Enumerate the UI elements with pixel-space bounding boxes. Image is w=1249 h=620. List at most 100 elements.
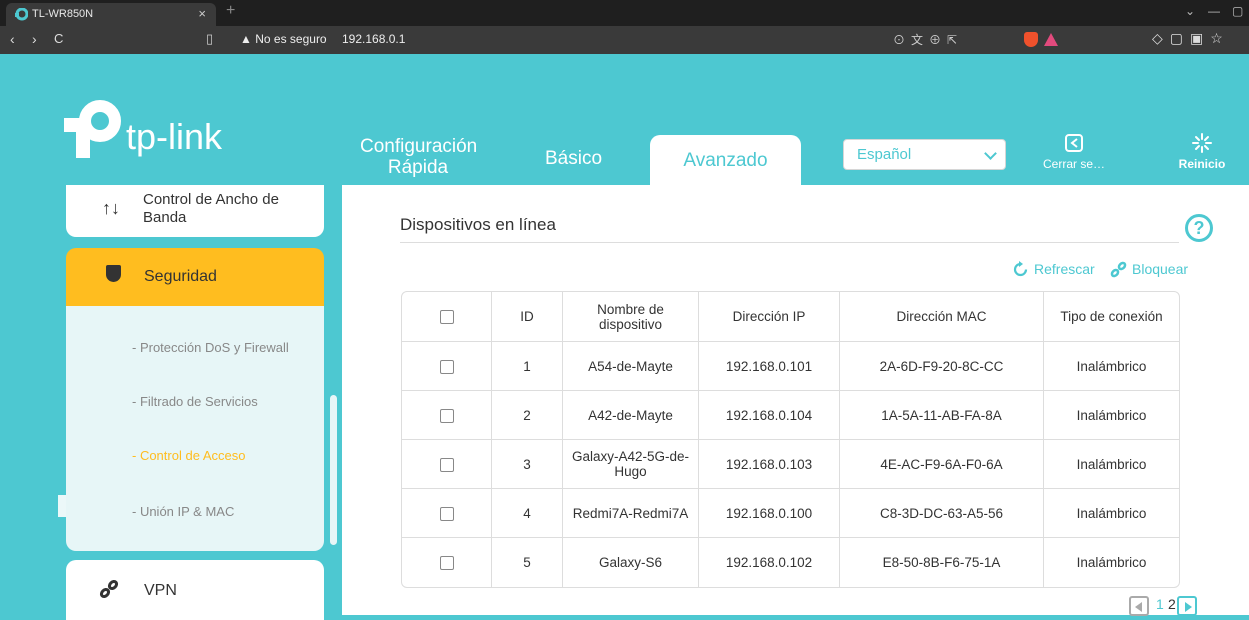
cell-id: 5 (492, 538, 563, 587)
cell-device-name: A54-de-Mayte (563, 342, 699, 391)
sidebar-subitem-service-filter[interactable]: - Filtrado de Servicios (132, 394, 258, 409)
cell-id: 1 (492, 342, 563, 391)
block-button[interactable]: Bloquear (1110, 261, 1188, 278)
cell-device-name: Galaxy-A42-5G-de- Hugo (563, 440, 699, 489)
sidebar-item-vpn[interactable]: VPN (66, 560, 324, 620)
warning-icon: ▲ (240, 32, 252, 46)
devices-table: ID Nombre de dispositivo Dirección IP Dir… (401, 291, 1180, 588)
table-row: 4 Redmi7A-Redmi7A 192.168.0.100 C8-3D-DC… (402, 489, 1179, 538)
table-row: 3 Galaxy-A42-5G-de- Hugo 192.168.0.103 4E… (402, 440, 1179, 489)
sidebar-item-label: VPN (144, 582, 177, 599)
cell-mac: 4E-AC-F9-6A-F0-6A (840, 440, 1044, 489)
cell-ip: 192.168.0.100 (699, 489, 840, 538)
tplink-favicon-icon (15, 8, 28, 21)
cell-ip: 192.168.0.104 (699, 391, 840, 440)
cell-id: 3 (492, 440, 563, 489)
url-field[interactable]: 192.168.0.1 (342, 32, 405, 46)
address-bar: ‹ › C ▯ ▲ No es seguro 192.168.0.1 ⊙文⊕⇱ … (0, 26, 1249, 54)
restore-icon[interactable]: ▢ (1232, 4, 1243, 18)
section-divider (400, 242, 1179, 243)
help-icon[interactable]: ? (1185, 214, 1213, 242)
table-row: 1 A54-de-Mayte 192.168.0.101 2A-6D-F9-20… (402, 342, 1179, 391)
bandwidth-icon: ↑↓ (102, 198, 120, 218)
shield-icon (106, 265, 121, 282)
row-checkbox[interactable] (439, 556, 454, 571)
sidebar-subitem-dos-firewall[interactable]: - Protección DoS y Firewall (132, 340, 289, 355)
cell-connection-type: Inalámbrico (1044, 489, 1179, 538)
forward-icon[interactable]: › (32, 31, 37, 47)
tab-close-icon[interactable]: × (198, 6, 206, 21)
header-device-name: Nombre de dispositivo (563, 292, 699, 342)
device-name-line2: Hugo (614, 464, 647, 479)
browser-tabbar: TL-WR850N × + ⌄ — ▢ (0, 0, 1249, 26)
bookmark-icon[interactable]: ▯ (206, 31, 213, 47)
prev-page-button[interactable] (1129, 596, 1149, 616)
header-mac: Dirección MAC (840, 292, 1044, 342)
tab-advanced[interactable]: Avanzado (650, 135, 801, 185)
refresh-label: Refrescar (1034, 261, 1095, 277)
device-name-line1: Galaxy-A42-5G-de- (571, 449, 690, 464)
new-tab-icon[interactable]: + (226, 2, 235, 20)
reload-icon[interactable]: C (54, 31, 63, 46)
cell-device-name: A42-de-Mayte (563, 391, 699, 440)
brave-rewards-icon[interactable] (1044, 33, 1058, 46)
header-id: ID (492, 292, 563, 342)
address-tools-icons[interactable]: ⊙文⊕⇱ (893, 31, 963, 48)
reboot-button[interactable]: Reinicio (1172, 133, 1232, 171)
tab-title: TL-WR850N (32, 8, 94, 20)
logout-icon (1065, 134, 1083, 152)
vpn-link-icon (99, 579, 119, 599)
refresh-icon (1013, 261, 1028, 277)
row-checkbox[interactable] (439, 359, 454, 374)
extension-icons[interactable]: ◇▢▣☆ (1152, 30, 1230, 47)
link-block-icon (1110, 261, 1127, 278)
header-name-line2: dispositivo (598, 316, 663, 332)
security-warning[interactable]: ▲ No es seguro (240, 32, 327, 46)
cell-id: 2 (492, 391, 563, 440)
cell-id: 4 (492, 489, 563, 538)
sidebar-subitem-ip-mac-binding[interactable]: - Unión IP & MAC (132, 504, 234, 519)
tab-advanced-label: Avanzado (683, 150, 768, 171)
brave-shield-icon[interactable] (1024, 32, 1038, 47)
cell-device-name: Redmi7A-Redmi7A (563, 489, 699, 538)
row-select-cell (402, 391, 492, 440)
tab-quick-line2: Rápida (387, 157, 449, 178)
tab-basic[interactable]: Básico (545, 148, 602, 170)
sidebar-item-security[interactable]: Seguridad (66, 248, 324, 306)
table-row: 5 Galaxy-S6 192.168.0.102 E8-50-8B-F6-75… (402, 538, 1179, 587)
cell-connection-type: Inalámbrico (1044, 391, 1179, 440)
cell-mac: E8-50-8B-F6-75-1A (840, 538, 1044, 587)
browser-tab[interactable]: TL-WR850N × (6, 3, 216, 26)
chevron-down-icon (984, 147, 997, 160)
cell-ip: 192.168.0.101 (699, 342, 840, 391)
row-select-cell (402, 489, 492, 538)
security-submenu: - Protección DoS y Firewall - Filtrado d… (66, 306, 324, 551)
language-select[interactable]: Español (843, 139, 1006, 170)
page-1-link[interactable]: 1 (1156, 596, 1164, 612)
logo-text: tp-link (126, 116, 223, 157)
cell-mac: 1A-5A-11-AB-FA-8A (840, 391, 1044, 440)
page-2-current[interactable]: 2 (1168, 596, 1176, 612)
tab-menu-icon[interactable]: ⌄ (1185, 4, 1195, 18)
main-panel: Dispositivos en línea ? Refrescar Bloque… (342, 185, 1249, 616)
next-page-button[interactable] (1177, 596, 1197, 616)
tplink-logo-icon (64, 100, 121, 158)
bandwidth-label-line2: Banda (143, 209, 187, 226)
sidebar-item-bandwidth[interactable]: ↑↓ Control de Ancho de Banda (66, 185, 324, 237)
sidebar-scrollbar[interactable] (330, 395, 337, 545)
cell-ip: 192.168.0.102 (699, 538, 840, 587)
table-header-row: ID Nombre de dispositivo Dirección IP Dir… (402, 292, 1179, 342)
sidebar-subitem-access-control[interactable]: - Control de Acceso (132, 448, 245, 463)
refresh-button[interactable]: Refrescar (1012, 261, 1095, 278)
cell-connection-type: Inalámbrico (1044, 440, 1179, 489)
tab-quick-setup[interactable]: Configuración Rápida (360, 136, 477, 178)
row-checkbox[interactable] (439, 408, 454, 423)
row-checkbox[interactable] (439, 506, 454, 521)
row-checkbox[interactable] (439, 457, 454, 472)
logout-button[interactable]: Cerrar se… (1042, 133, 1106, 171)
minimize-icon[interactable]: — (1208, 4, 1220, 18)
back-icon[interactable]: ‹ (10, 31, 15, 47)
sidebar-item-label: Control de Ancho de Banda (143, 191, 279, 227)
table-row: 2 A42-de-Mayte 192.168.0.104 1A-5A-11-AB… (402, 391, 1179, 440)
select-all-checkbox[interactable] (439, 310, 454, 325)
